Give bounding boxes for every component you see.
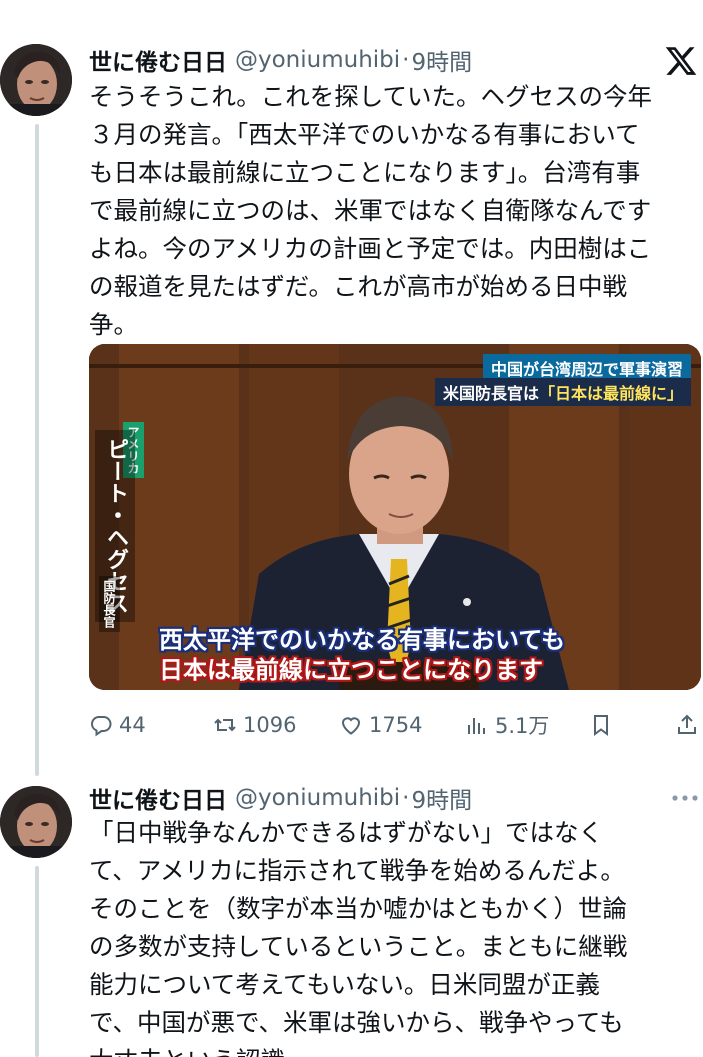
caption-line-2: 日本は最前線に立つことになります: [159, 656, 543, 684]
bookmark-button[interactable]: [589, 708, 613, 742]
separator-dot: ·: [402, 47, 410, 73]
timeline: 世に倦む日日 @yoniumuhibi · 9時間 そうそうこれ。これを探してい…: [0, 0, 703, 1057]
view-count: 5.1万: [495, 714, 550, 738]
tweet-header: 世に倦む日日 @yoniumuhibi · 9時間: [89, 44, 472, 76]
tweet-time[interactable]: 9時間: [411, 781, 472, 815]
tweet-line: 「日中戦争なんかできるはずがない」ではなく: [89, 818, 604, 847]
share-button[interactable]: [675, 708, 699, 742]
x-logo: [664, 44, 698, 78]
reply-icon: [90, 716, 112, 737]
speaker-role-label: 国防長官: [99, 576, 120, 632]
thread-connector: [35, 866, 39, 1057]
tweet-line: て、アメリカに指示されて戦争を始めるんだよ。: [89, 856, 625, 885]
author-name[interactable]: 世に倦む日日: [89, 43, 227, 77]
tweet-time[interactable]: 9時間: [411, 43, 472, 77]
avatar[interactable]: [0, 786, 72, 858]
tweet-line: ３月の発言。「西太平洋でのいかなる有事において: [89, 120, 640, 149]
tweet-header: 世に倦む日日 @yoniumuhibi · 9時間: [89, 782, 472, 814]
repost-button[interactable]: 1096: [213, 708, 296, 742]
tweet-line: 能力について考えてもいない。日米同盟が正義: [89, 970, 600, 999]
tweet-line: 争。: [89, 310, 138, 339]
analytics-icon: [468, 718, 485, 734]
views-button[interactable]: 5.1万: [465, 708, 549, 742]
ticker-highlight: 「日本は最前線に」: [538, 384, 683, 403]
avatar[interactable]: [0, 44, 72, 116]
tweet-line: の報道を見たはずだ。これが高市が始める日中戦: [89, 272, 628, 301]
tweet-line: も日本は最前線に立つことになります」。台湾有事: [89, 158, 641, 187]
tweet-line: で、中国が悪で、米軍は強いから、戦争やっても: [89, 1008, 624, 1037]
bookmark-icon: [594, 715, 608, 736]
separator-dot: ·: [402, 785, 410, 811]
news-ticker-bottom: 米国防長官は「日本は最前線に」: [434, 378, 691, 406]
tweet-line: そのことを（数字が本当か嘘かはともかく）世論: [89, 894, 628, 923]
repost-icon: [214, 718, 236, 732]
thread-connector: [35, 124, 39, 776]
tweet-line: そうそうこれ。これを探していた。ヘグセスの今年: [89, 82, 653, 111]
like-button[interactable]: 1754: [339, 708, 422, 742]
author-handle[interactable]: @yoniumuhibi: [235, 785, 400, 811]
tweet-media-image[interactable]: 中国が台湾周辺で軍事演習 米国防長官は「日本は最前線に」 アメリカ ピート・ヘグ…: [89, 344, 701, 690]
heart-icon: [341, 717, 361, 735]
reply-count: 44: [119, 713, 146, 737]
reply-button[interactable]: 44: [89, 708, 146, 742]
repost-count: 1096: [243, 713, 297, 737]
author-name[interactable]: 世に倦む日日: [89, 781, 227, 815]
tweet-line: で最前線に立つのは、米軍ではなく自衛隊なんです: [89, 196, 652, 225]
author-handle[interactable]: @yoniumuhibi: [235, 47, 400, 73]
tweet-line: 大丈夫という認識。: [89, 1042, 701, 1057]
tweet-actions: 44 1096 1754 5.1万: [89, 708, 701, 742]
tweet-line: の多数が支持しているということ。まともに継戦: [89, 932, 628, 961]
like-count: 1754: [369, 713, 423, 737]
share-icon: [678, 714, 696, 734]
tweet-text: 「日中戦争なんかできるはずがない」ではなく て、アメリカに指示されて戦争を始める…: [89, 814, 701, 1057]
ticker-prefix: 米国防長官は: [442, 384, 539, 403]
more-icon[interactable]: [668, 788, 702, 808]
tweet-line: よね。今のアメリカの計画と予定では。内田樹はこ: [89, 234, 652, 263]
tweet-text: そうそうこれ。これを探していた。ヘグセスの今年 ３月の発言。「西太平洋でのいかな…: [89, 78, 701, 344]
